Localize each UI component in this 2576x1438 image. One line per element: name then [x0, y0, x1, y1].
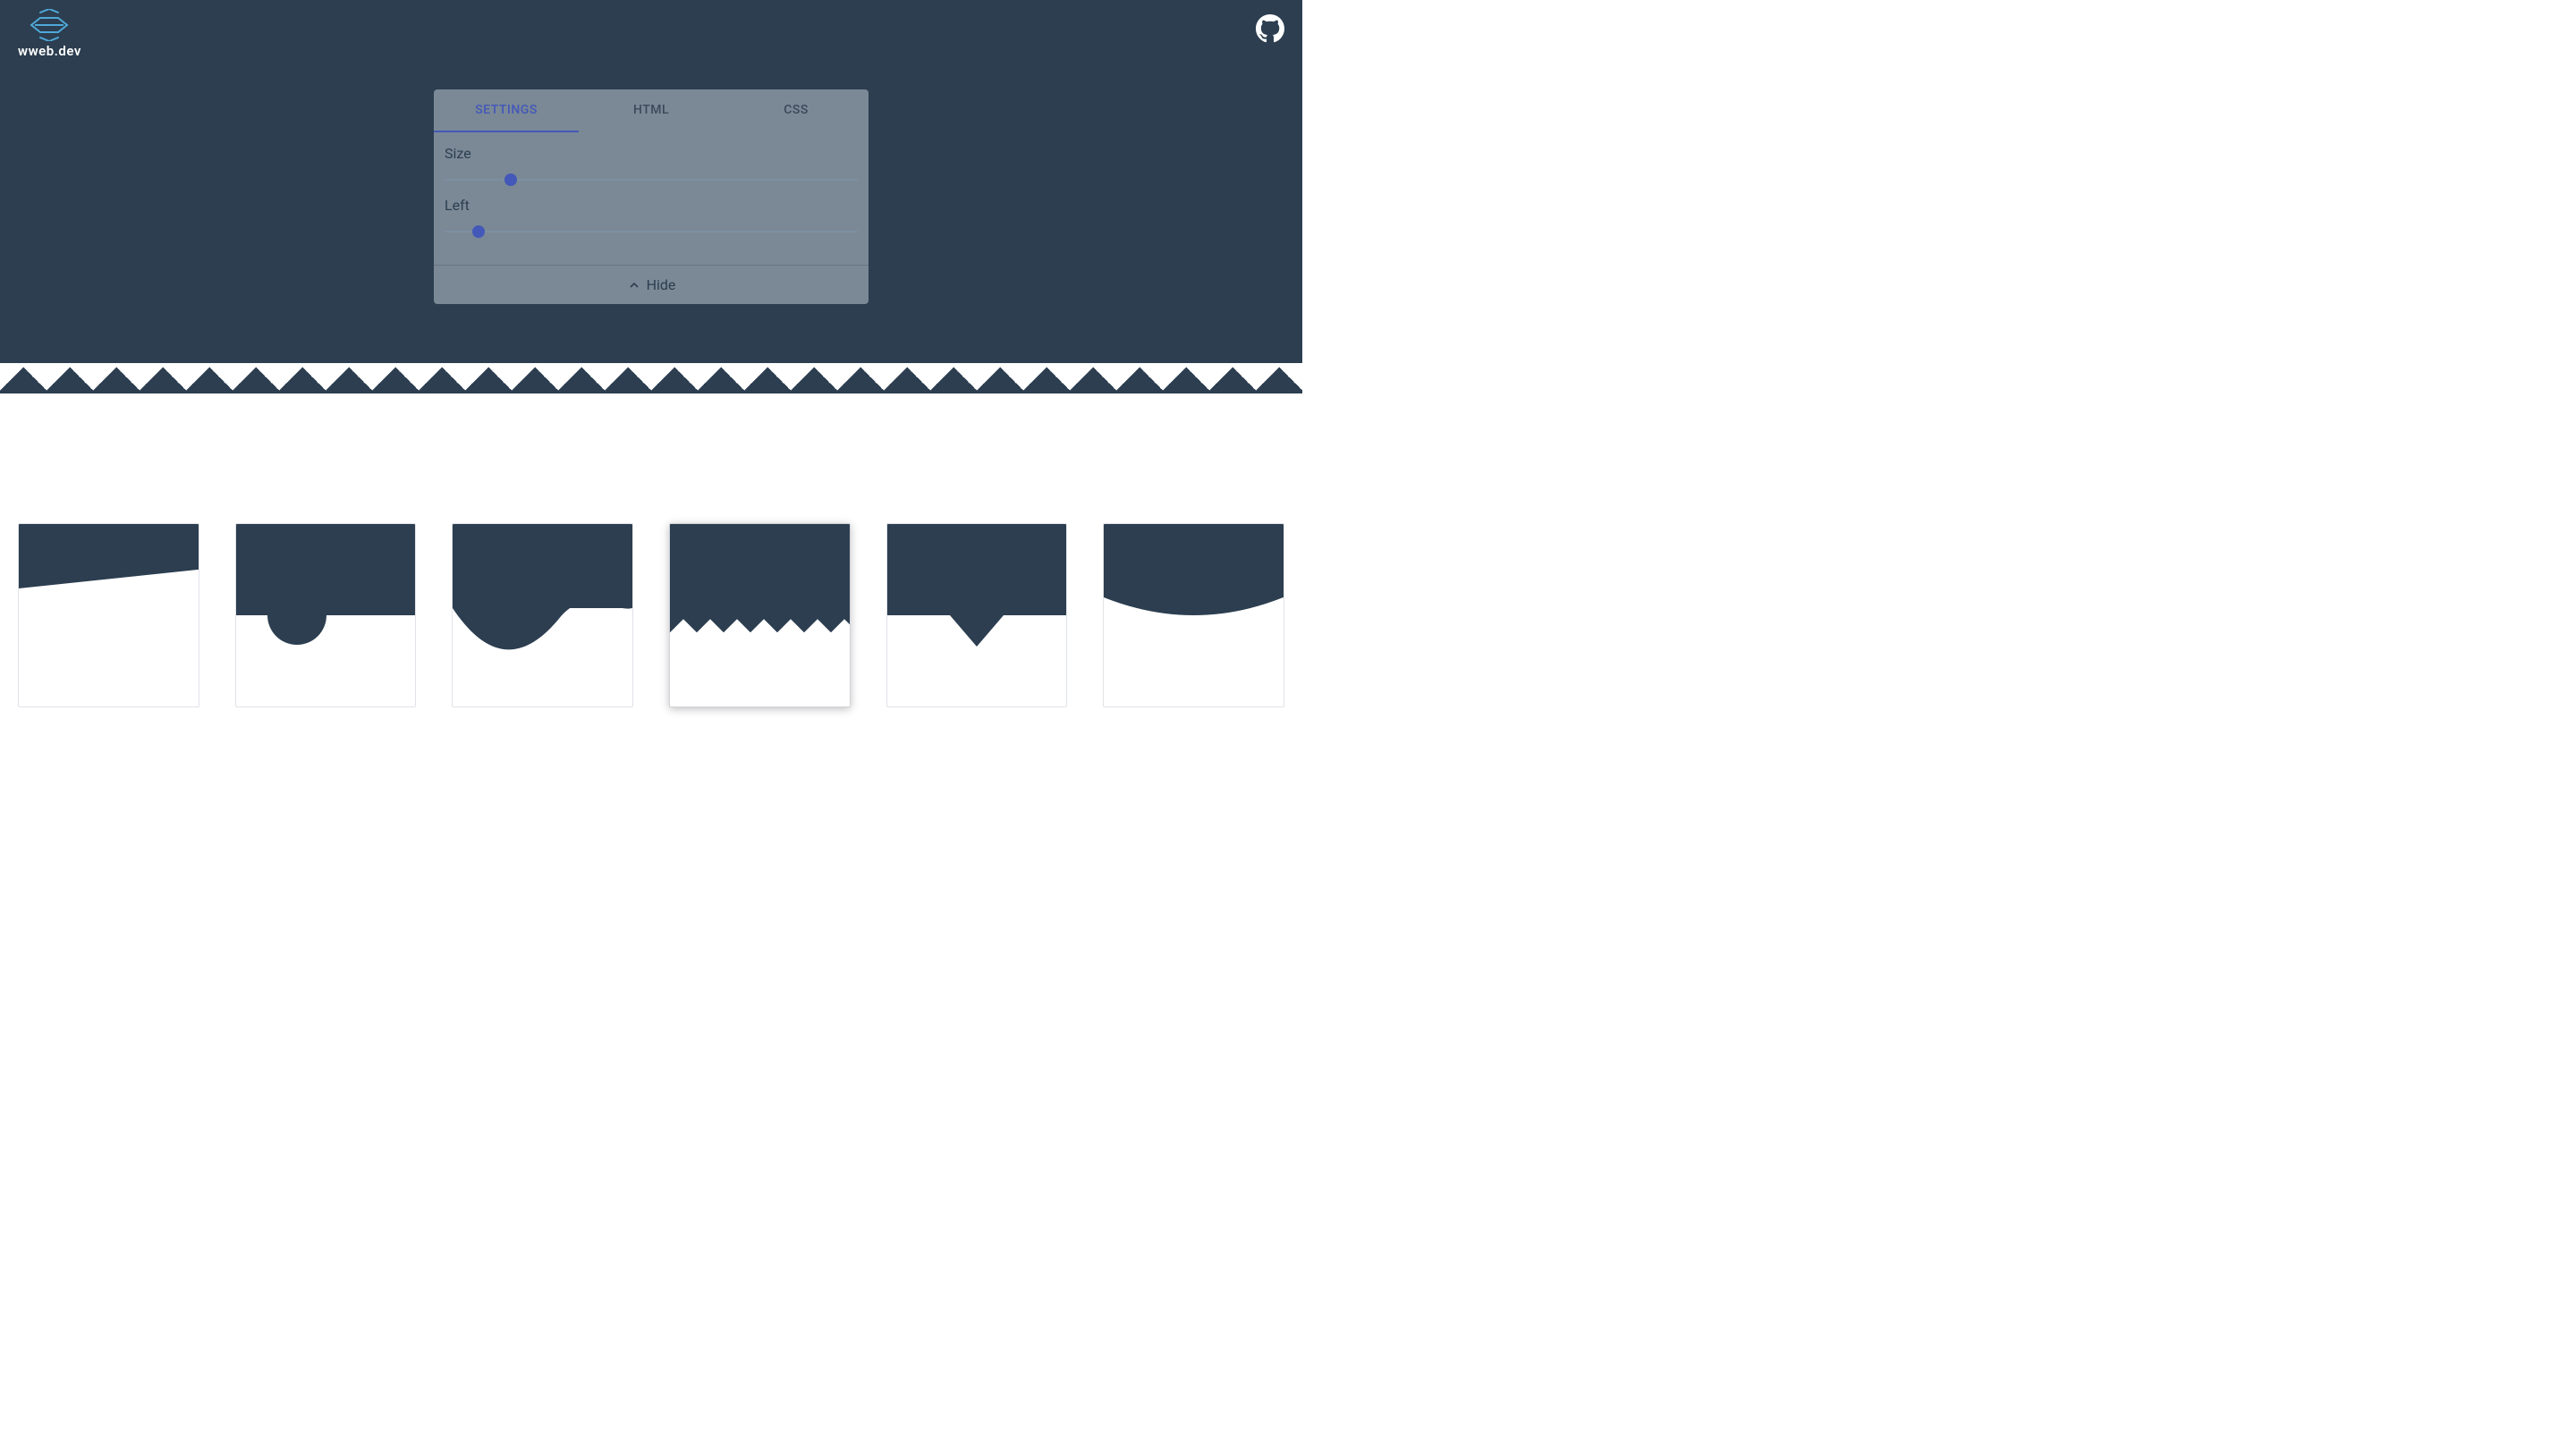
left-control: Left: [445, 197, 858, 236]
size-slider[interactable]: [445, 179, 858, 181]
thumb-curve[interactable]: [1103, 523, 1284, 707]
thumb-wave[interactable]: [452, 523, 633, 707]
hide-label: Hide: [647, 276, 676, 293]
tab-content: Size Left: [434, 132, 869, 265]
shape-gallery: [0, 393, 1302, 725]
size-label: Size: [445, 145, 858, 162]
chevron-up-icon: [627, 278, 641, 292]
size-control: Size: [445, 145, 858, 184]
header: wweb.dev: [0, 0, 1302, 68]
github-link[interactable]: [1256, 14, 1284, 43]
left-label: Left: [445, 197, 858, 214]
brand-name: wweb.dev: [18, 43, 81, 59]
thumb-triangle[interactable]: [886, 523, 1068, 707]
tab-html[interactable]: HTML: [579, 89, 724, 132]
hero-section: wweb.dev SETTINGS HTML CSS Size Left: [0, 0, 1302, 393]
thumb-diagonal[interactable]: [18, 523, 199, 707]
settings-panel: SETTINGS HTML CSS Size Left Hide: [434, 89, 869, 304]
github-icon: [1256, 14, 1284, 43]
thumb-semicircle[interactable]: [235, 523, 417, 707]
tabs: SETTINGS HTML CSS: [434, 89, 869, 132]
tab-settings[interactable]: SETTINGS: [434, 89, 579, 132]
logo-icon: [24, 9, 74, 41]
left-slider[interactable]: [445, 231, 858, 233]
zigzag-separator: [0, 363, 1302, 394]
brand-logo[interactable]: wweb.dev: [18, 9, 81, 59]
tab-css[interactable]: CSS: [724, 89, 869, 132]
hide-button[interactable]: Hide: [434, 265, 869, 304]
thumb-zigzag[interactable]: [669, 523, 851, 707]
